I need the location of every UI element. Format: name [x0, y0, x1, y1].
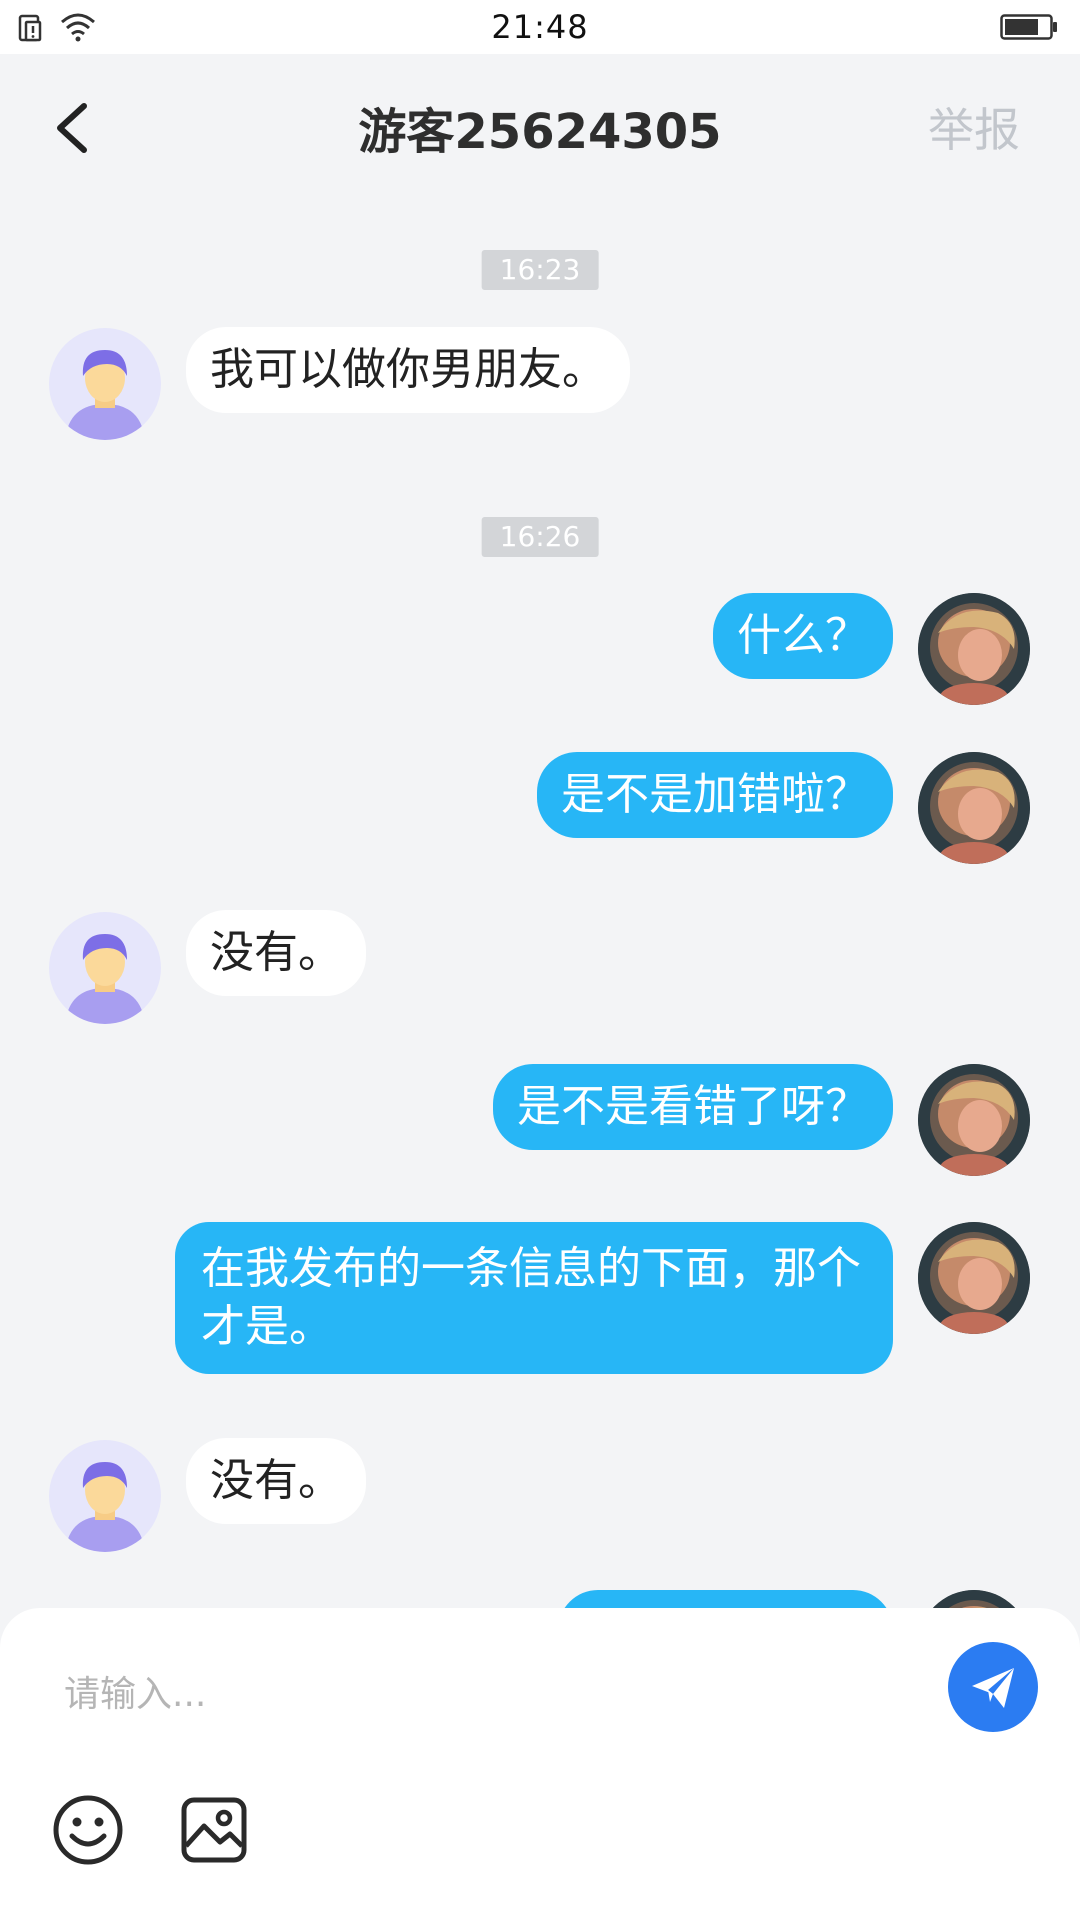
received-message-bubble[interactable]: 没有。	[186, 910, 366, 996]
user-avatar[interactable]	[918, 593, 1030, 705]
contact-avatar[interactable]	[49, 912, 161, 1024]
battery-icon	[1000, 14, 1057, 40]
sent-message-bubble[interactable]: 是不是加错啦？	[537, 752, 893, 838]
user-avatar[interactable]	[918, 1222, 1030, 1334]
input-panel	[0, 1608, 1080, 1920]
sent-message-bubble[interactable]: 在我发布的一条信息的下面，那个才是。	[175, 1222, 893, 1374]
user-avatar[interactable]	[918, 1064, 1030, 1176]
message-input[interactable]	[62, 1658, 886, 1730]
chat-screen: 21:48 游客25624305 举报 16:23 我可以做你男朋友。 16:2…	[0, 0, 1080, 1920]
contact-avatar[interactable]	[49, 1440, 161, 1552]
timestamp: 16:26	[481, 517, 599, 557]
status-bar: 21:48	[0, 0, 1080, 54]
received-message-bubble[interactable]: 没有。	[186, 1438, 366, 1524]
status-time: 21:48	[491, 8, 589, 46]
received-message-bubble[interactable]: 我可以做你男朋友。	[186, 327, 630, 413]
image-icon[interactable]	[180, 1796, 248, 1864]
sent-message-bubble[interactable]: 什么？	[713, 593, 893, 679]
paper-plane-icon	[972, 1668, 1014, 1708]
smiley-icon[interactable]	[52, 1794, 124, 1866]
send-button[interactable]	[948, 1642, 1038, 1732]
report-button[interactable]: 举报	[928, 94, 1020, 160]
contact-avatar[interactable]	[49, 328, 161, 440]
sent-message-bubble[interactable]: 是不是看错了呀？	[493, 1064, 893, 1150]
timestamp: 16:23	[481, 250, 599, 290]
page-title: 游客25624305	[358, 104, 722, 160]
chat-header: 游客25624305 举报	[0, 54, 1080, 200]
user-avatar[interactable]	[918, 752, 1030, 864]
